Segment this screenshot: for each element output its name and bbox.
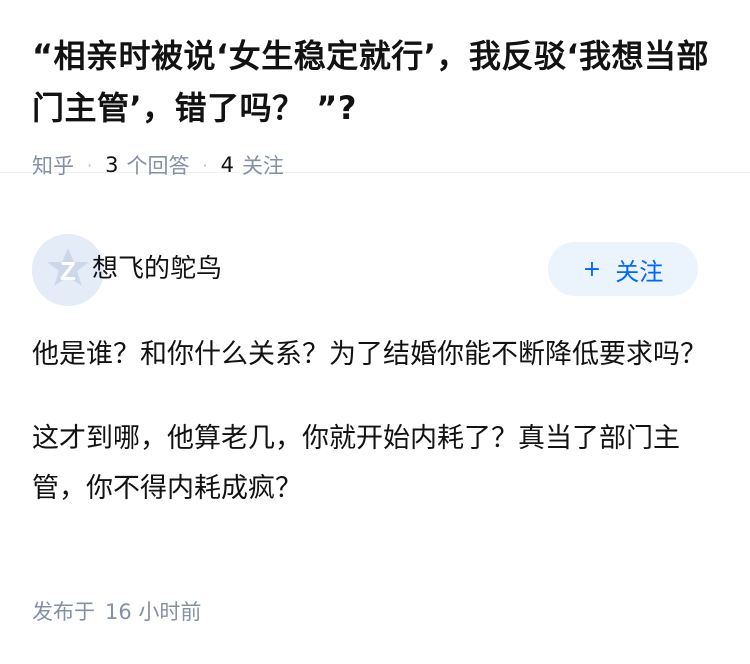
answer-paragraph: 他是谁？和你什么关系？为了结婚你能不断降低要求吗？	[32, 339, 707, 370]
question-meta: 知乎 · 3 个回答 · 4 关注	[32, 150, 718, 180]
follow-button-label: 关注	[615, 257, 664, 286]
separator-dot: ·	[202, 155, 208, 175]
answer-paragraph: 这才到哪，他算老几，你就开始内耗了？真当了部门主管，你不得内耗成疯？	[32, 423, 680, 504]
posted-label: 发布于	[32, 600, 95, 624]
posted-time-value: 16 小时前	[105, 600, 202, 624]
posted-time: 发布于 16 小时前	[32, 596, 201, 626]
separator-dot: ·	[87, 155, 93, 175]
follow-count-label[interactable]: 关注	[242, 150, 284, 180]
svg-text:Z: Z	[60, 256, 76, 286]
plus-icon: +	[582, 256, 602, 282]
follow-button[interactable]: + 关注	[548, 242, 698, 296]
author-name[interactable]: 想飞的鸵鸟	[92, 248, 222, 285]
follow-count: 4	[220, 153, 234, 177]
question-title[interactable]: “相亲时被说‘女生稳定就行’，我反驳‘我想当部门主管’，错了吗？ ”?	[32, 30, 718, 134]
answer-count: 3	[105, 153, 119, 177]
question-header: “相亲时被说‘女生稳定就行’，我反驳‘我想当部门主管’，错了吗？ ”? 知乎 ·…	[0, 0, 750, 178]
answer-content: 他是谁？和你什么关系？为了结婚你能不断降低要求吗？ 这才到哪，他算老几，你就开始…	[32, 330, 712, 548]
source-label[interactable]: 知乎	[32, 150, 74, 180]
answer-count-label[interactable]: 个回答	[126, 150, 189, 180]
